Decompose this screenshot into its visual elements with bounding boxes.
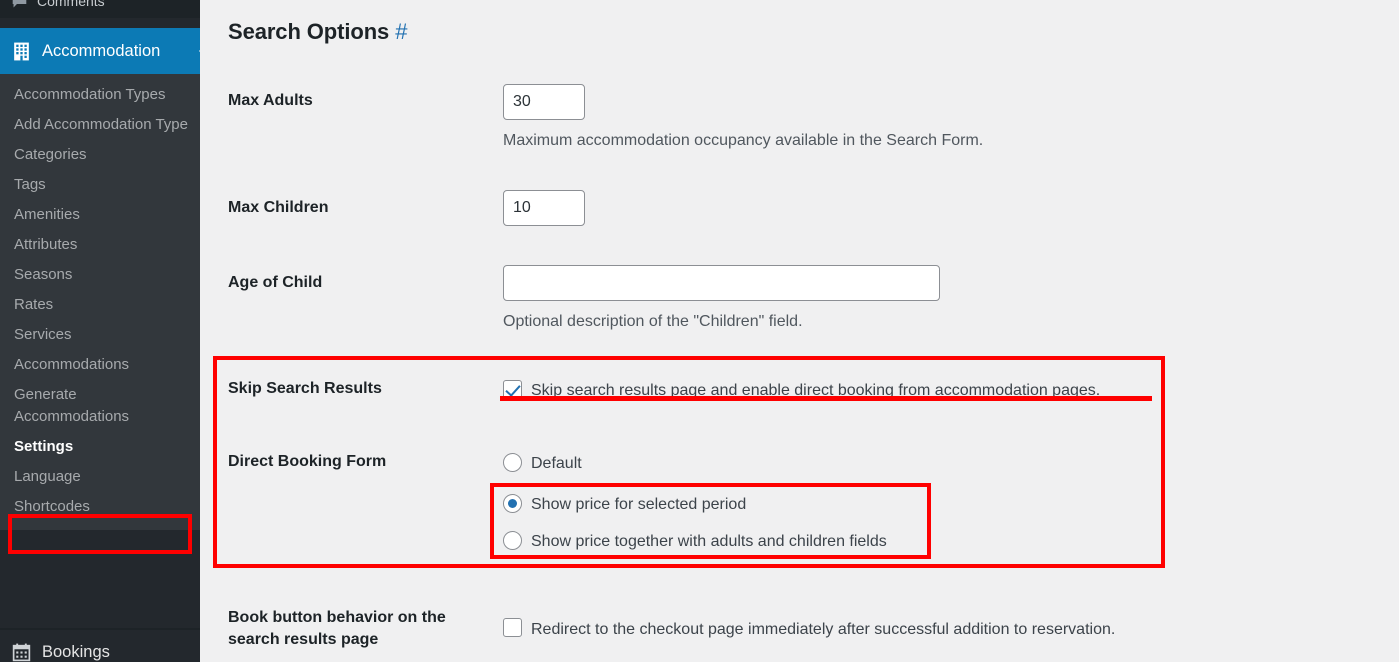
sidebar-item-services[interactable]: Services: [0, 320, 200, 350]
direct-booking-radio-default[interactable]: [503, 453, 522, 472]
max-adults-input[interactable]: [503, 84, 585, 120]
comment-bubble-icon: [11, 0, 28, 10]
sidebar-item-amenities[interactable]: Amenities: [0, 200, 200, 230]
skip-search-results-checkbox[interactable]: [503, 380, 522, 399]
max-children-label: Max Children: [228, 199, 329, 216]
age-of-child-label: Age of Child: [228, 274, 323, 291]
sidebar-item-shortcodes[interactable]: Shortcodes: [0, 492, 200, 522]
admin-sidebar: Comments Accommodation Accommodation Typ…: [0, 0, 208, 662]
page-title-text: Search Options: [228, 19, 390, 44]
building-icon: [11, 41, 32, 62]
max-adults-label: Max Adults: [228, 92, 313, 109]
direct-booking-radio-default-label[interactable]: Default: [531, 454, 582, 474]
settings-content: Search Options # Max Adults Maximum acco…: [200, 0, 1399, 662]
sidebar-item-rates[interactable]: Rates: [0, 290, 200, 320]
skip-search-results-label: Skip Search Results: [228, 380, 382, 397]
sidebar-item-accommodation-types[interactable]: Accommodation Types: [0, 80, 200, 110]
sidebar-item-accommodation[interactable]: Accommodation: [0, 28, 208, 74]
sidebar-item-settings[interactable]: Settings: [0, 432, 200, 462]
anchor-link[interactable]: #: [395, 19, 407, 44]
direct-booking-radio-selected-period-label[interactable]: Show price for selected period: [531, 495, 746, 515]
book-button-behavior-label: Book button behavior on the search resul…: [228, 607, 478, 651]
accommodation-submenu: Accommodation Types Add Accommodation Ty…: [0, 74, 200, 530]
book-button-behavior-label-line2: search results page: [228, 631, 379, 648]
max-adults-description: Maximum accommodation occupancy availabl…: [503, 132, 984, 149]
page-title: Search Options #: [228, 19, 407, 45]
skip-search-results-checkbox-label[interactable]: Skip search results page and enable dire…: [531, 381, 1100, 401]
sidebar-item-categories[interactable]: Categories: [0, 140, 200, 170]
book-button-behavior-checkbox[interactable]: [503, 618, 522, 637]
app-root: Comments Accommodation Accommodation Typ…: [0, 0, 1399, 662]
sidebar-item-accommodations[interactable]: Accommodations: [0, 350, 200, 380]
direct-booking-radio-selected-period[interactable]: [503, 494, 522, 513]
max-children-input[interactable]: [503, 190, 585, 226]
book-button-behavior-label-line1: Book button behavior on the: [228, 609, 446, 626]
age-of-child-input[interactable]: [503, 265, 940, 301]
sidebar-item-accommodation-label: Accommodation: [42, 41, 161, 60]
age-of-child-description: Optional description of the "Children" f…: [503, 313, 803, 330]
sidebar-item-comments-label: Comments: [37, 0, 105, 9]
sidebar-item-bookings-label: Bookings: [42, 642, 110, 661]
calendar-icon: [11, 642, 32, 662]
sidebar-item-seasons[interactable]: Seasons: [0, 260, 200, 290]
sidebar-item-add-accommodation-type[interactable]: Add Accommodation Type: [0, 110, 200, 140]
sidebar-item-comments[interactable]: Comments: [0, 0, 200, 18]
sidebar-item-generate-accommodations[interactable]: Generate Accommodations: [0, 380, 200, 432]
book-button-behavior-checkbox-label[interactable]: Redirect to the checkout page immediatel…: [531, 620, 1115, 640]
direct-booking-radio-adults-children-label[interactable]: Show price together with adults and chil…: [531, 532, 887, 552]
sidebar-item-bookings[interactable]: Bookings: [0, 630, 200, 662]
direct-booking-form-label: Direct Booking Form: [228, 453, 387, 470]
direct-booking-radio-adults-children[interactable]: [503, 531, 522, 550]
sidebar-item-attributes[interactable]: Attributes: [0, 230, 200, 260]
sidebar-item-language[interactable]: Language: [0, 462, 200, 492]
sidebar-item-tags[interactable]: Tags: [0, 170, 200, 200]
